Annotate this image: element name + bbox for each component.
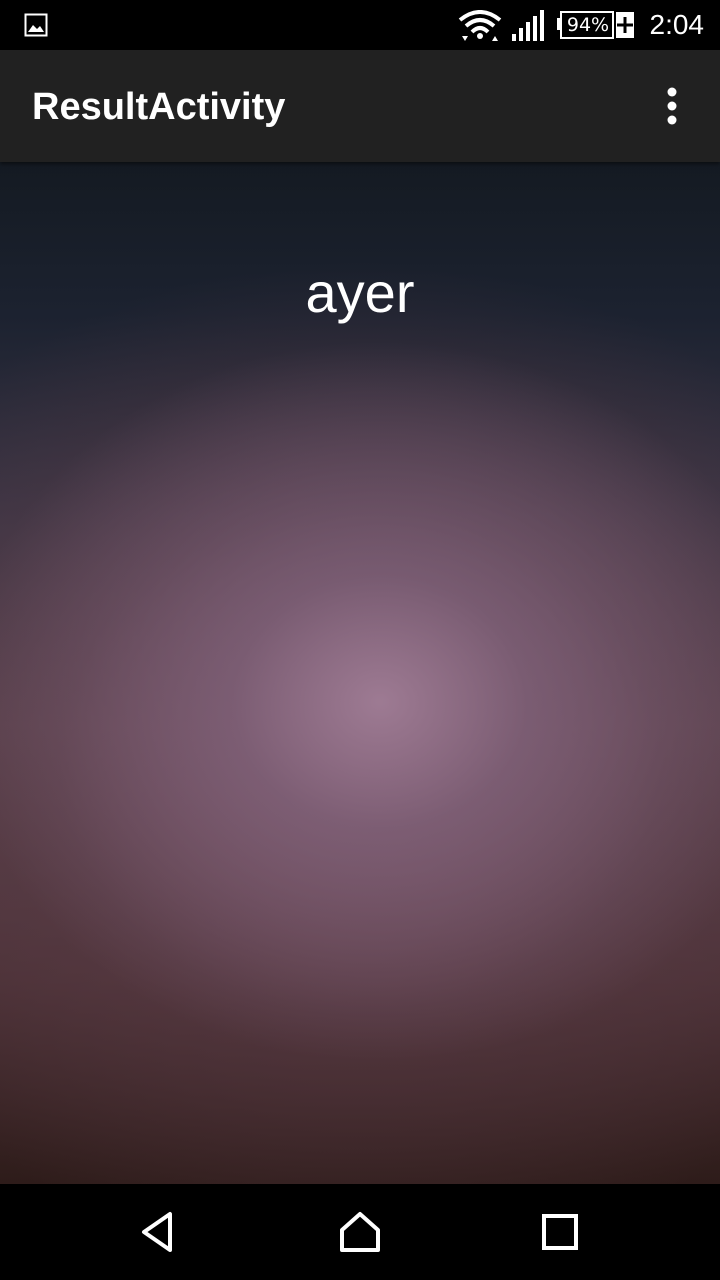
result-content: ayer — [0, 162, 720, 1184]
navigation-bar — [0, 1184, 720, 1280]
page-title: ResultActivity — [32, 86, 286, 128]
recents-icon[interactable] — [536, 1208, 584, 1256]
cell-signal-icon — [512, 10, 544, 41]
more-vert-icon[interactable] — [648, 80, 696, 132]
status-bar: 94% 2:04 — [0, 0, 720, 50]
app-bar: ResultActivity — [0, 50, 720, 162]
battery-percentage: 94% — [566, 14, 610, 36]
result-text: ayer — [305, 261, 415, 324]
wifi-icon — [458, 10, 502, 41]
image-notification-icon — [24, 13, 48, 37]
status-time: 2:04 — [649, 9, 705, 40]
screen: 94% 2:04 ResultActivity ayer — [0, 0, 720, 1280]
back-icon[interactable] — [136, 1208, 184, 1256]
home-icon[interactable] — [336, 1208, 384, 1256]
